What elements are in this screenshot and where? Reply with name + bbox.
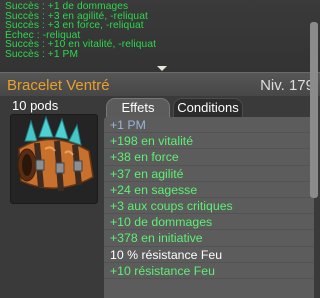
- bracelet-icon: [17, 115, 94, 192]
- effects-scrollbar[interactable]: [310, 22, 318, 198]
- item-name: Bracelet Ventré: [7, 77, 110, 94]
- effect-line: +38 en force: [104, 149, 314, 166]
- effect-line: +24 en sagesse: [104, 182, 314, 198]
- effect-line: +10 de dommages: [104, 214, 314, 231]
- item-title-bar: Bracelet Ventré Niv. 179: [0, 72, 320, 96]
- item-level: Niv. 179: [260, 77, 314, 94]
- chat-line: Succès : +1 PM: [5, 48, 79, 60]
- item-weight: 10 pods: [12, 98, 59, 113]
- tab-effets[interactable]: Effets: [106, 98, 170, 117]
- tab-conditions[interactable]: Conditions: [173, 98, 243, 117]
- item-image-frame: [10, 114, 98, 204]
- item-details-panel: 10 pods Effets Conditions +1 PM +198 en …: [0, 96, 320, 298]
- effect-line: +3 aux coups critiques: [104, 198, 314, 215]
- chat-expand-caret-icon[interactable]: [157, 66, 167, 71]
- chat-log[interactable]: Succès : +1 de dommages Succès : +3 en a…: [0, 0, 320, 72]
- effect-line: 10 % résistance Feu: [104, 247, 314, 263]
- effect-line: +1 PM: [104, 117, 314, 134]
- effects-list[interactable]: +1 PM +198 en vitalité +38 en force +37 …: [104, 117, 314, 298]
- effect-line: +37 en agilité: [104, 166, 314, 182]
- effect-line: +10 résistance Feu: [104, 263, 314, 279]
- effect-line: +378 en initiative: [104, 230, 314, 247]
- effect-line: +198 en vitalité: [104, 133, 314, 150]
